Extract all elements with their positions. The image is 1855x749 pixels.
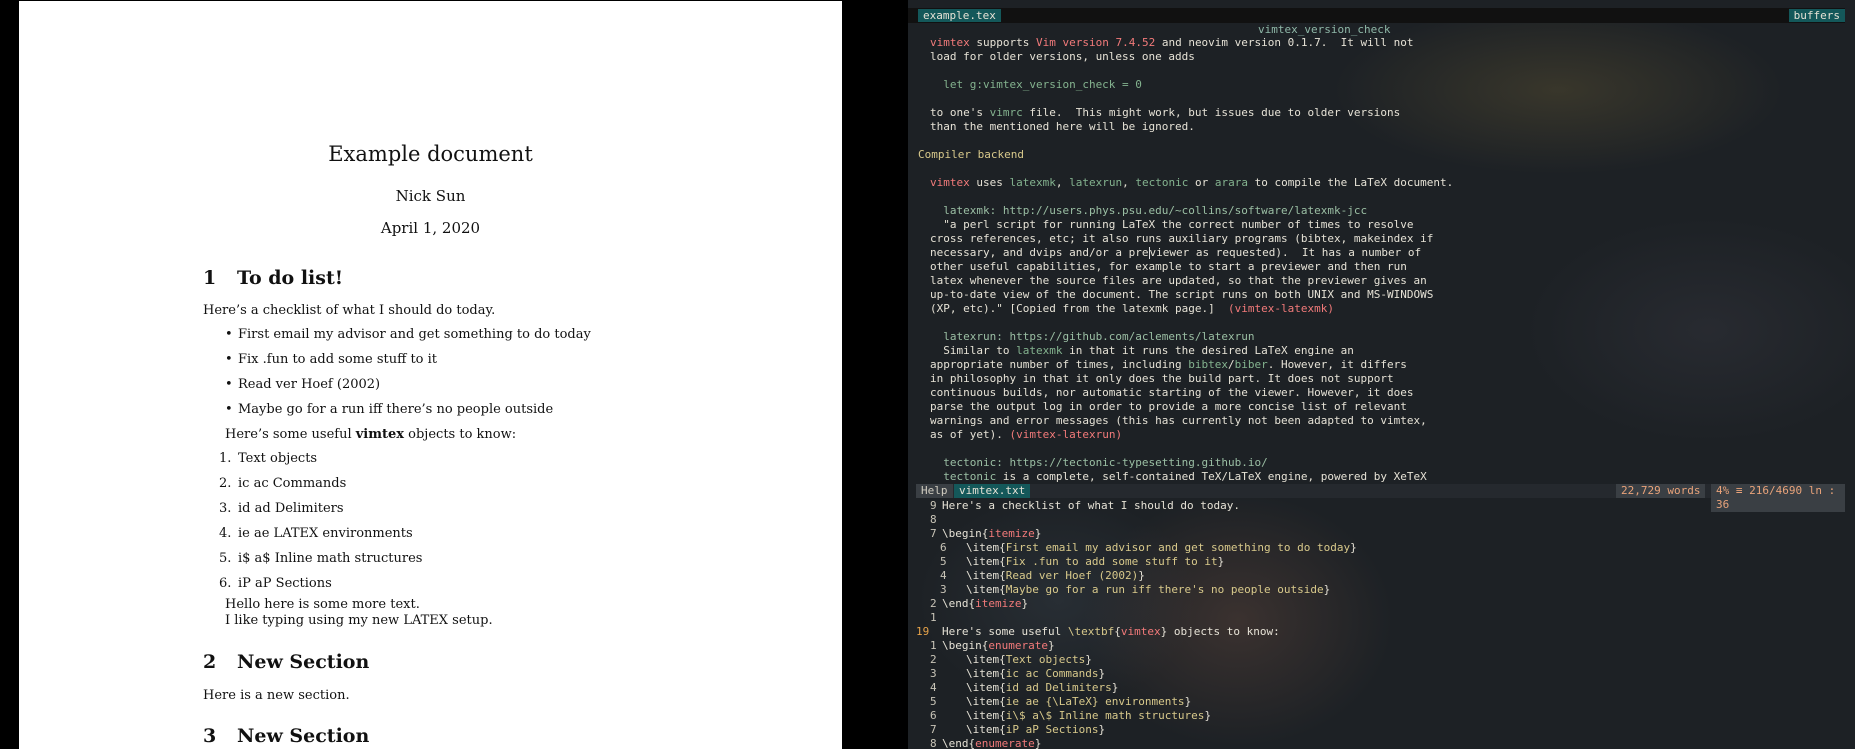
code-line: \item{Text objects} [966, 653, 1092, 666]
help-line: load for older versions, unless one adds [930, 50, 1195, 63]
code-line: \item{Fix .fun to add some stuff to it} [966, 555, 1225, 568]
paragraph: Hello here is some more text. [225, 597, 420, 612]
section-heading: 2 New Section [203, 651, 370, 673]
bullet-icon: • [225, 402, 233, 417]
document-title: Example document [328, 142, 533, 166]
code-line: Here's a checklist of what I should do t… [942, 499, 1241, 512]
help-line: vimtex supports Vim version 7.4.52 and n… [930, 36, 1414, 49]
help-line: to one's vimrc file. This might work, bu… [930, 106, 1401, 119]
enum-number: 3. [219, 501, 232, 516]
document-date: April 1, 2020 [380, 219, 481, 237]
help-line: up-to-date view of the document. The scr… [930, 288, 1434, 301]
cursor-line-number: 19 [916, 625, 930, 638]
help-line: tectonic is a complete, self-contained T… [930, 470, 1427, 483]
bullet-icon: • [225, 352, 233, 367]
line-number: 1 [930, 611, 937, 624]
code-line: \end{enumerate} [942, 737, 1042, 749]
code-line: \item{id ad Delimiters} [966, 681, 1119, 694]
list-item: ie ae LATEX environments [238, 526, 413, 541]
help-line: vimtex uses latexmk, latexrun, tectonic … [930, 176, 1454, 189]
vim-statusline: Help vimtex.txt 22,729 words 4% ≡ 216/46… [916, 484, 1845, 512]
help-line: continuous builds, nor automatic startin… [930, 386, 1414, 399]
code-line: \end{itemize} [942, 597, 1029, 610]
help-line: latexrun: https://github.com/aclements/l… [930, 330, 1255, 343]
statusline-mode: Help [916, 484, 953, 498]
help-line: latex whenever the source files are upda… [930, 274, 1427, 287]
list-item: id ad Delimiters [238, 501, 344, 516]
list-item: Text objects [238, 451, 318, 466]
line-number: 6 [940, 541, 947, 554]
terminal-window[interactable]: example.tex buffers vimtex_version_check… [908, 0, 1855, 749]
statusline-position: 4% ≡ 216/4690 ln : 36 [1711, 484, 1845, 512]
help-line: tectonic: https://tectonic-typesetting.g… [930, 456, 1268, 469]
line-number: 5 [930, 695, 937, 708]
code-line: \item{ic ac Commands} [966, 667, 1106, 680]
code-line: \item{Read ver Hoef (2002)} [966, 569, 1145, 582]
list-item: Read ver Hoef (2002) [238, 377, 381, 392]
enum-number: 2. [219, 476, 232, 491]
vim-tabline: example.tex buffers [908, 8, 1845, 23]
section-heading: 1 To do list! [203, 267, 344, 289]
enum-number: 5. [219, 551, 232, 566]
help-line: necessary, and dvips and/or a previewer … [930, 246, 1422, 259]
help-line: Similar to latexmk in that it runs the d… [930, 344, 1354, 357]
code-line-current: Here's some useful \textbf{vimtex} objec… [942, 625, 1280, 638]
line-number: 4 [930, 681, 937, 694]
tab-example-tex[interactable]: example.tex [918, 9, 1001, 22]
code-line: \item{ie ae {\LaTeX} environments} [966, 695, 1192, 708]
line-number: 4 [940, 569, 947, 582]
list-item: iP aP Sections [238, 576, 332, 591]
buffers-label[interactable]: buffers [1788, 9, 1845, 22]
line-number: 5 [940, 555, 947, 568]
text-cursor [1148, 247, 1150, 259]
help-line: latexmk: http://users.phys.psu.edu/~coll… [930, 204, 1368, 217]
statusline-filename: vimtex.txt [954, 484, 1031, 498]
help-line: warnings and error messages (this has cu… [930, 414, 1427, 427]
code-line: \item{First email my advisor and get som… [966, 541, 1357, 554]
code-line: \begin{enumerate} [942, 639, 1055, 652]
line-number: 7 [930, 723, 937, 736]
paragraph: I like typing using my new LATEX setup. [225, 613, 493, 628]
list-item: Maybe go for a run iff there’s no people… [238, 402, 554, 417]
line-number: 2 [930, 653, 937, 666]
help-line: cross references, etc; it also runs auxi… [930, 232, 1434, 245]
help-line: appropriate number of times, including b… [930, 358, 1407, 371]
code-line: \begin{itemize} [942, 527, 1042, 540]
bullet-icon: • [225, 327, 233, 342]
help-line: as of yet). (vimtex-latexrun) [930, 428, 1123, 441]
list-item: i$ a$ Inline math structures [238, 551, 423, 566]
code-line: \item{Maybe go for a run iff there's no … [966, 583, 1331, 596]
help-line: (XP, etc)." [Copied from the latexmk pag… [930, 302, 1334, 315]
line-number: 3 [930, 667, 937, 680]
line-number: 8 [930, 513, 937, 526]
list-item: First email my advisor and get something… [238, 327, 591, 342]
enum-number: 4. [219, 526, 232, 541]
list-item: Fix .fun to add some stuff to it [238, 352, 438, 367]
paragraph: Here’s a checklist of what I should do t… [203, 303, 496, 318]
help-line: other useful capabilities, for example t… [930, 260, 1407, 273]
paragraph: Here is a new section. [203, 688, 350, 703]
section-heading: 3 New Section [203, 725, 370, 747]
help-tag: vimtex_version_check [1258, 23, 1391, 36]
help-line: "a perl script for running LaTeX the cor… [930, 218, 1414, 231]
paragraph: Here’s some useful vimtex objects to kno… [225, 427, 517, 442]
bullet-icon: • [225, 377, 233, 392]
line-number: 3 [940, 583, 947, 596]
enum-number: 6. [219, 576, 232, 591]
help-line: in philosophy in that it only does the b… [930, 372, 1394, 385]
code-line: \item{iP aP Sections} [966, 723, 1106, 736]
code-line: \item{i\$ a\$ Inline math structures} [966, 709, 1212, 722]
document-author: Nick Sun [395, 187, 466, 205]
help-heading: Compiler backend [918, 148, 1024, 161]
help-line: let g:vimtex_version_check = 0 [930, 78, 1142, 91]
pdf-page: Example document Nick Sun April 1, 2020 … [19, 1, 842, 749]
list-item: ic ac Commands [238, 476, 347, 491]
enum-number: 1. [219, 451, 232, 466]
line-number: 6 [930, 709, 937, 722]
pdf-viewer[interactable]: Example document Nick Sun April 1, 2020 … [0, 0, 842, 749]
statusline-wordcount: 22,729 words [1616, 484, 1706, 498]
help-line: parse the output log in order to provide… [930, 400, 1407, 413]
help-line: than the mentioned here will be ignored. [930, 120, 1195, 133]
